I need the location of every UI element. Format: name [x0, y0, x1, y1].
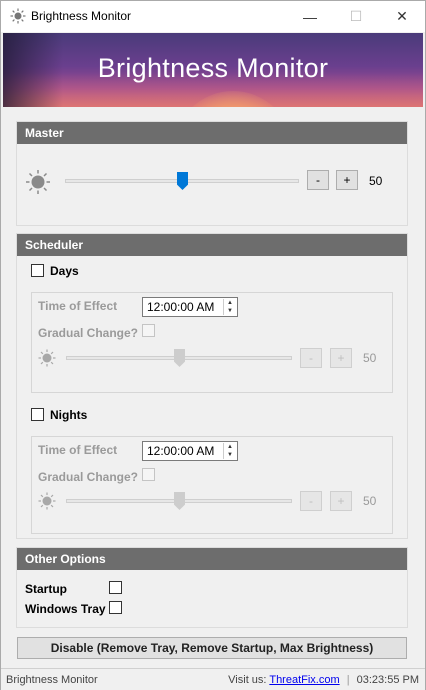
days-group: Time of Effect 12:00:00 AM ▲ ▼ Gradual Ch… — [31, 292, 393, 393]
days-gradual-checkbox[interactable] — [142, 324, 155, 337]
maximize-button[interactable]: ☐ — [333, 1, 379, 32]
master-plus-button[interactable]: + — [336, 170, 358, 190]
scheduler-header: Scheduler — [17, 234, 407, 256]
nights-time-label: Time of Effect — [38, 443, 118, 457]
days-time-spinner[interactable]: ▲ ▼ — [223, 299, 236, 315]
startup-checkbox[interactable] — [109, 581, 122, 594]
banner-title: Brightness Monitor — [97, 53, 329, 83]
master-brightness-value: 50 — [369, 174, 383, 188]
master-header: Master — [17, 122, 407, 144]
visit-label: Visit us: — [228, 674, 267, 686]
master-section: Master - + 50 — [16, 121, 408, 226]
nights-plus-button[interactable]: + — [330, 491, 352, 511]
scheduler-section: Scheduler Days Time of Effect 12:00:00 A… — [16, 233, 408, 539]
window-title: Brightness Monitor — [31, 9, 132, 23]
days-time-input[interactable]: 12:00:00 AM ▲ ▼ — [142, 297, 238, 317]
nights-time-value: 12:00:00 AM — [147, 444, 215, 458]
nights-gradual-label: Gradual Change? — [38, 470, 139, 484]
nights-group: Time of Effect 12:00:00 AM ▲ ▼ Gradual Ch… — [31, 436, 393, 534]
sun-icon — [10, 8, 26, 24]
master-minus-button[interactable]: - — [307, 170, 329, 190]
days-slider-thumb[interactable] — [174, 349, 185, 367]
title-bar[interactable]: Brightness Monitor — ☐ ✕ — [1, 1, 425, 32]
windows-tray-checkbox[interactable] — [109, 601, 122, 614]
disable-button[interactable]: Disable (Remove Tray, Remove Startup, Ma… — [17, 637, 407, 659]
nights-sun-icon — [38, 492, 56, 510]
nights-time-input[interactable]: 12:00:00 AM ▲ ▼ — [142, 441, 238, 461]
days-checkbox[interactable] — [31, 264, 44, 277]
minimize-button[interactable]: — — [287, 1, 333, 32]
header-banner: Brightness Monitor — [3, 33, 423, 107]
master-slider-thumb[interactable] — [177, 172, 188, 190]
days-minus-button[interactable]: - — [300, 348, 322, 368]
close-button[interactable]: ✕ — [379, 1, 425, 32]
days-label: Days — [50, 264, 79, 278]
nights-time-spinner[interactable]: ▲ ▼ — [223, 443, 236, 459]
status-bar: Brightness Monitor Visit us: ThreatFix.c… — [1, 668, 425, 690]
days-time-value: 12:00:00 AM — [147, 300, 215, 314]
brightness-sun-icon — [26, 170, 50, 194]
days-plus-button[interactable]: + — [330, 348, 352, 368]
windows-tray-label: Windows Tray — [25, 602, 106, 616]
startup-label: Startup — [25, 582, 67, 596]
days-sun-icon — [38, 349, 56, 367]
nights-checkbox[interactable] — [31, 408, 44, 421]
nights-gradual-checkbox[interactable] — [142, 468, 155, 481]
nights-label: Nights — [50, 408, 88, 422]
status-app-name: Brightness Monitor — [6, 674, 98, 686]
nights-minus-button[interactable]: - — [300, 491, 322, 511]
nights-slider-thumb[interactable] — [174, 492, 185, 510]
days-brightness-value: 50 — [363, 351, 377, 365]
days-time-label: Time of Effect — [38, 299, 118, 313]
app-window: Brightness Monitor — ☐ ✕ Brightness Moni… — [0, 0, 426, 690]
status-time: 03:23:55 PM — [356, 674, 419, 686]
other-options-header: Other Options — [17, 548, 407, 570]
website-link[interactable]: ThreatFix.com — [269, 674, 339, 686]
other-options-section: Other Options Startup Windows Tray — [16, 547, 408, 628]
days-gradual-label: Gradual Change? — [38, 326, 139, 340]
status-separator: | — [346, 674, 350, 686]
nights-brightness-value: 50 — [363, 494, 377, 508]
status-right: Visit us: ThreatFix.com | 03:23:55 PM — [228, 674, 419, 686]
